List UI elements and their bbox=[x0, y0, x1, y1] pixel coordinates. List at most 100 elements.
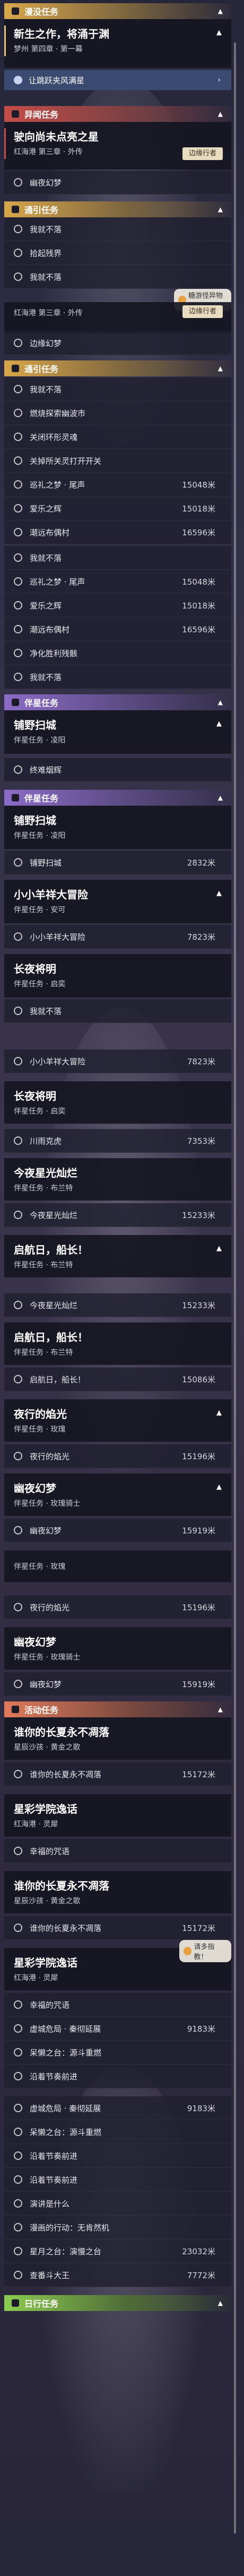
list-item[interactable]: 我就不落 bbox=[4, 265, 231, 289]
circle-icon bbox=[14, 2104, 22, 2112]
list-item[interactable]: 呆懒之台：源斗重燃 bbox=[4, 2041, 231, 2065]
section-icon bbox=[12, 1706, 19, 1713]
quest-card[interactable]: 谁你的长夏永不凋落 星辰沙孩 · 黄金之歌 bbox=[4, 1717, 231, 1760]
section-header-dream[interactable]: 漫没任务 ▲ bbox=[4, 3, 231, 19]
section-header-rare[interactable]: 异闻任务 ▲ bbox=[4, 106, 231, 122]
list-item[interactable]: 我就不落 bbox=[4, 546, 231, 570]
list-item[interactable]: 谁你的长夏永不凋落 15172米 bbox=[4, 1762, 231, 1786]
list-item[interactable]: 虚城危局 · 秦彻延展 9183米 bbox=[4, 2096, 231, 2120]
list-item[interactable]: 查番斗大王 7772米 bbox=[4, 2263, 231, 2287]
circle-icon bbox=[14, 2271, 22, 2279]
section-header-companion[interactable]: 伴星任务 ▲ bbox=[4, 694, 231, 710]
list-item[interactable]: 沿着节奏前进 bbox=[4, 2168, 231, 2192]
quest-card[interactable]: 铺野扫城 伴星任务 · 凌阳 ▲ bbox=[4, 710, 231, 754]
quest-title: 幽夜幻梦 bbox=[14, 1482, 56, 1495]
quest-card[interactable]: 红海港 第三章 · 外传 边缘行者 bbox=[4, 302, 231, 334]
quest-card[interactable]: 幽夜幻梦 伴星任务 · 玫瑰骑士 ▲ bbox=[4, 1474, 231, 1516]
section-header-daily[interactable]: 日行任务 ▲ bbox=[4, 2295, 231, 2311]
list-item[interactable]: 边缘幻梦 bbox=[4, 331, 231, 355]
list-item[interactable]: 沿着节奏前进 bbox=[4, 2065, 231, 2088]
logo-icon bbox=[184, 1947, 192, 1955]
watermark: 请多指教！ bbox=[179, 1940, 231, 1962]
quest-title: 谁你的长夏永不凋落 bbox=[14, 1880, 109, 1892]
quest-card[interactable]: 铺野扫城 伴星任务 · 凌阳 bbox=[4, 806, 231, 849]
list-item[interactable]: 谁你的长夏永不凋落 15172米 bbox=[4, 1916, 231, 1940]
circle-icon bbox=[14, 1924, 22, 1932]
list-item[interactable]: 小小羊祥大冒险 7823米 bbox=[4, 925, 231, 949]
list-item[interactable]: 铺野扫城 2832米 bbox=[4, 851, 231, 875]
list-item[interactable]: 幸福的咒语 bbox=[4, 1839, 231, 1863]
circle-icon bbox=[14, 858, 22, 867]
list-item[interactable]: 启航日，船长！ 15086米 bbox=[4, 1368, 231, 1391]
quest-card[interactable]: 夜行的焰光 伴星任务 · 玫瑰 ▲ bbox=[4, 1399, 231, 1442]
list-item[interactable]: 净化胜利残骸 bbox=[4, 641, 231, 665]
list-item[interactable]: 幸福的咒语 bbox=[4, 1993, 231, 2017]
section-header-companion[interactable]: 伴星任务 ▲ bbox=[4, 790, 231, 806]
list-item[interactable]: 夜行的焰光 15196米 bbox=[4, 1595, 231, 1619]
quest-card[interactable]: 启航日，船长！ 伴星任务 · 布兰特 ▲ bbox=[4, 1235, 231, 1277]
list-item[interactable]: 星月之台：演慢之台 23032米 bbox=[4, 2239, 231, 2263]
list-item[interactable]: 幽夜幻梦 bbox=[4, 171, 231, 195]
list-item[interactable]: 虚城危局 · 秦彻延展 9183米 bbox=[4, 2017, 231, 2041]
circle-icon bbox=[14, 2072, 22, 2080]
list-item[interactable]: 演讲是什么 bbox=[4, 2192, 231, 2216]
scrollbar[interactable] bbox=[234, 42, 236, 2534]
list-item[interactable]: 呆懒之台：源斗重燃 bbox=[4, 2120, 231, 2144]
circle-icon bbox=[14, 2048, 22, 2057]
quest-card[interactable]: 星彩学院逸话 红海港 · 灵犀 bbox=[4, 1794, 231, 1837]
list-item[interactable]: 潮远布偶村 16596米 bbox=[4, 617, 231, 641]
list-item[interactable]: 巡礼之梦 · 尾声 15048米 bbox=[4, 473, 231, 497]
card-accent bbox=[4, 25, 6, 56]
quest-card[interactable]: 驶向尚未点亮之星 红海港 第三章 · 外传 边缘行者 bbox=[4, 122, 231, 170]
quest-card[interactable]: 长夜将明 伴星任务 · 启奕 bbox=[4, 1081, 231, 1124]
list-item[interactable]: 川雨克虎 7353米 bbox=[4, 1129, 231, 1153]
list-item[interactable]: 潮远布偶村 16596米 bbox=[4, 521, 231, 544]
list-item[interactable]: 漫画的行动：无肯然机 bbox=[4, 2216, 231, 2239]
list-item[interactable]: 巡礼之梦 · 尾声 15048米 bbox=[4, 570, 231, 594]
quest-subtitle: 伴星任务 · 凌阳 bbox=[14, 736, 66, 745]
quest-subtitle: 梦州 第四章 · 第一幕 bbox=[14, 45, 83, 54]
list-item[interactable]: 我就不落 bbox=[4, 377, 231, 401]
quest-card[interactable]: 谁你的长夏永不凋落 星辰沙孩 · 黄金之歌 bbox=[4, 1871, 231, 1913]
quest-card[interactable]: 小小羊祥大冒险 伴星任务 · 安可 ▲ bbox=[4, 880, 231, 923]
list-item[interactable]: 沿着节奏前进 bbox=[4, 2144, 231, 2168]
circle-icon bbox=[14, 625, 22, 633]
circle-icon bbox=[14, 577, 22, 586]
circle-icon bbox=[14, 2000, 22, 2009]
active-step[interactable]: 让跳跃夹风满星 › bbox=[4, 70, 231, 90]
circle-icon bbox=[14, 2175, 22, 2184]
list-item[interactable]: 关掉所关灵打开开关 bbox=[4, 449, 231, 473]
section-header-general[interactable]: 通引任务 ▲ bbox=[4, 360, 231, 376]
list-item[interactable]: 我就不落 bbox=[4, 999, 231, 1023]
list-item[interactable]: 关闭环形灵魂 bbox=[4, 425, 231, 449]
circle-icon bbox=[14, 1526, 22, 1534]
list-item[interactable]: 幽夜幻梦 15919米 bbox=[4, 1672, 231, 1696]
list-item[interactable]: 爱乐之辉 15018米 bbox=[4, 497, 231, 521]
list-item[interactable]: 今夜星光灿烂 15233米 bbox=[4, 1293, 231, 1317]
list-item[interactable]: 我就不落 bbox=[4, 665, 231, 689]
list-item[interactable]: 燃烧探索幽波市 bbox=[4, 401, 231, 425]
list-item[interactable]: 终难烟辉 bbox=[4, 758, 231, 782]
list-item[interactable]: 今夜星光灿烂 15233米 bbox=[4, 1203, 231, 1227]
list-item[interactable]: 夜行的焰光 15196米 bbox=[4, 1444, 231, 1468]
quest-card[interactable]: 新生之作，将涌于渊 梦州 第四章 · 第一幕 ▲ bbox=[4, 19, 231, 68]
quest-subtitle: 伴星任务 · 玫瑰骑士 bbox=[14, 1499, 81, 1508]
list-item[interactable]: 我就不落 bbox=[4, 217, 231, 241]
quest-subtitle: 伴星任务 · 玫瑰 bbox=[14, 1425, 66, 1434]
arrow-icon: › bbox=[217, 76, 221, 84]
quest-card[interactable]: 长夜将明 伴星任务 · 启奕 bbox=[4, 954, 231, 998]
section-header-general[interactable]: 通引任务 ▲ bbox=[4, 201, 231, 217]
list-item[interactable]: 小小羊祥大冒险 7823米 bbox=[4, 1049, 231, 1073]
quest-card[interactable]: 启航日，船长！ 伴星任务 · 布兰特 bbox=[4, 1322, 231, 1365]
quest-card[interactable]: 幽夜幻梦 伴星任务 · 玫瑰骑士 bbox=[4, 1627, 231, 1670]
quest-subtitle: 伴星任务 · 安可 bbox=[14, 906, 66, 914]
quest-subtitle: 伴星任务 · 启奕 bbox=[14, 980, 66, 989]
list-item[interactable]: 幽夜幻梦 15919米 bbox=[4, 1519, 231, 1542]
chevron-up-icon: ▲ bbox=[217, 2299, 223, 2307]
section-header-event[interactable]: 活动任务 ▲ bbox=[4, 1701, 231, 1717]
quest-title: 驶向尚未点亮之星 bbox=[14, 130, 99, 143]
list-item[interactable]: 拾起残界 bbox=[4, 241, 231, 265]
list-item[interactable]: 爱乐之辉 15018米 bbox=[4, 594, 231, 617]
quest-card[interactable]: 今夜星光灿烂 伴星任务 · 布兰特 bbox=[4, 1158, 231, 1201]
quest-card[interactable]: 伴星任务 · 玫瑰 bbox=[4, 1550, 231, 1582]
